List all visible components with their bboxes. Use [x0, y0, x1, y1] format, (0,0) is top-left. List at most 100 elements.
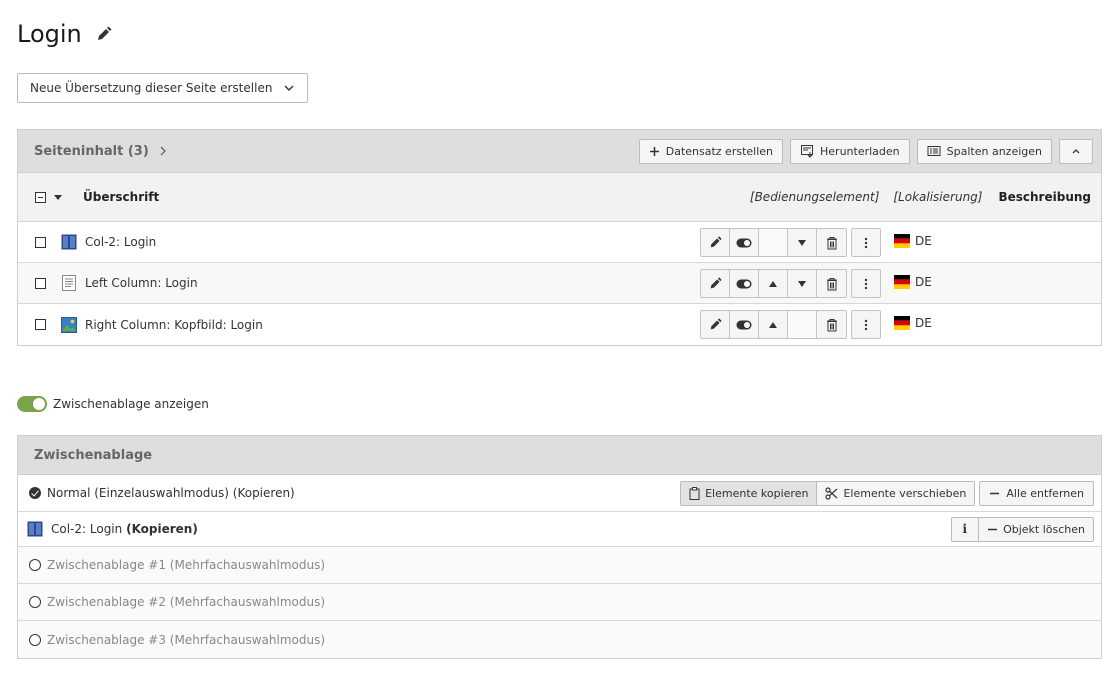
trash-icon [826, 318, 837, 331]
flag-de-icon [894, 234, 910, 248]
flag-de-icon [894, 316, 910, 330]
delete-button[interactable] [817, 229, 846, 256]
toggle-icon [736, 238, 752, 247]
pencil-icon [710, 318, 722, 330]
clipboard-title: Zwischenablage [34, 447, 153, 463]
translation-select-value: Neue Übersetzung dieser Seite erstellen [30, 81, 273, 95]
chevron-right-icon[interactable] [158, 146, 168, 156]
move-up-button[interactable] [759, 270, 788, 297]
row-language: DE [894, 275, 932, 289]
arrow-up-icon [769, 321, 777, 328]
column-header-localization: [Lokalisierung] [893, 190, 983, 204]
show-columns-button[interactable]: Spalten anzeigen [916, 138, 1052, 164]
columns-icon [27, 521, 43, 537]
mode-radio-2[interactable] [29, 596, 41, 608]
move-down-button[interactable] [788, 229, 817, 256]
page-content-title[interactable]: Seiteninhalt (3) [34, 144, 149, 159]
select-all-checkbox[interactable] [35, 191, 46, 203]
move-elements-button[interactable]: Elemente verschieben [817, 481, 975, 505]
create-record-button[interactable]: Datensatz erstellen [638, 138, 784, 164]
move-down-button[interactable] [788, 270, 817, 297]
mode-radio-3[interactable] [29, 633, 41, 646]
chevron-down-icon [284, 85, 294, 91]
page-content-panel: Seiteninhalt (3) Datensatz erstellen Her… [17, 129, 1102, 346]
more-options-button[interactable] [851, 269, 881, 298]
move-up-placeholder [759, 229, 788, 256]
more-options-button[interactable] [851, 228, 881, 257]
hide-toggle-button[interactable] [730, 229, 759, 256]
row-label[interactable]: Right Column: Kopfbild: Login [85, 318, 263, 332]
row-language: DE [894, 234, 932, 248]
clipboard-toggle[interactable] [17, 396, 47, 412]
mode-label[interactable]: Zwischenablage #2 (Mehrfachauswahlmodus) [47, 595, 325, 609]
column-header-description[interactable]: Beschreibung [998, 190, 1091, 204]
more-vertical-icon [864, 278, 868, 289]
pencil-icon [710, 236, 722, 248]
clipboard-toggle-row: Zwischenablage anzeigen [17, 396, 209, 412]
more-vertical-icon [864, 319, 868, 330]
column-header-control: [Bedienungselement] [749, 190, 880, 204]
trash-icon [826, 236, 837, 249]
clipboard-mode-row: Zwischenablage #2 (Mehrfachauswahlmodus) [18, 584, 1101, 621]
arrow-down-icon [798, 239, 806, 246]
chevron-up-icon [1072, 149, 1080, 154]
copy-elements-button[interactable]: Elemente kopieren [681, 481, 818, 505]
delete-object-button[interactable]: Objekt löschen [979, 517, 1093, 541]
clipboard-toggle-label[interactable]: Zwischenablage anzeigen [53, 397, 209, 411]
hide-toggle-button[interactable] [730, 270, 759, 297]
translation-select[interactable]: Neue Übersetzung dieser Seite erstellen [17, 73, 308, 103]
row-checkbox[interactable] [35, 319, 46, 330]
row-checkbox[interactable] [35, 277, 46, 289]
edit-button[interactable] [701, 311, 730, 338]
clipboard-mode-row: Zwischenablage #3 (Mehrfachauswahlmodus) [18, 621, 1101, 658]
edit-button[interactable] [701, 270, 730, 297]
row-label[interactable]: Col-2: Login [85, 235, 156, 249]
image-icon [61, 316, 77, 333]
page-header: Login [17, 18, 112, 50]
table-header: Überschrift [Bedienungselement] [Lokalis… [18, 173, 1101, 222]
table-row: Col-2: Login DE [18, 222, 1101, 263]
delete-button[interactable] [817, 311, 846, 338]
scissors-icon [825, 486, 838, 500]
mode-label[interactable]: Normal (Einzelauswahlmodus) (Kopieren) [47, 486, 295, 500]
mode-radio-1[interactable] [29, 559, 41, 571]
text-icon [62, 275, 76, 291]
download-button[interactable]: Herunterladen [790, 138, 910, 164]
clipboard-mode-row: Normal (Einzelauswahlmodus) (Kopieren) E… [18, 475, 1101, 512]
clipboard-header: Zwischenablage [18, 436, 1101, 475]
move-up-button[interactable] [759, 311, 788, 338]
toggle-icon [736, 320, 752, 329]
remove-all-button[interactable]: Alle entfernen [979, 480, 1094, 506]
mode-radio-normal[interactable] [29, 487, 41, 499]
more-vertical-icon [864, 237, 868, 248]
pencil-icon[interactable] [96, 26, 112, 42]
clipboard-item-row: Col-2: Login (Kopieren) i Objekt löschen [18, 512, 1101, 547]
row-checkbox[interactable] [35, 236, 46, 248]
info-button[interactable]: i [951, 517, 980, 541]
more-options-button[interactable] [851, 310, 881, 339]
move-down-placeholder [788, 311, 817, 338]
caret-down-icon[interactable] [54, 194, 62, 200]
pencil-icon [710, 277, 722, 289]
collapse-button[interactable] [1059, 138, 1093, 164]
page-content-header: Seiteninhalt (3) Datensatz erstellen Her… [18, 130, 1101, 173]
clipboard-icon [689, 486, 700, 500]
trash-icon [826, 277, 837, 290]
mode-label[interactable]: Zwischenablage #1 (Mehrfachauswahlmodus) [47, 558, 325, 572]
table-row: Left Column: Login DE [18, 263, 1101, 304]
page-title: Login [17, 20, 82, 48]
edit-button[interactable] [701, 229, 730, 256]
hide-toggle-button[interactable] [730, 311, 759, 338]
clipboard-mode-row: Zwischenablage #1 (Mehrfachauswahlmodus) [18, 547, 1101, 584]
flag-de-icon [894, 275, 910, 289]
mode-label[interactable]: Zwischenablage #3 (Mehrfachauswahlmodus) [47, 633, 325, 647]
toggle-icon [736, 279, 752, 288]
column-header-title[interactable]: Überschrift [83, 190, 159, 204]
columns-icon [61, 234, 77, 250]
delete-button[interactable] [817, 270, 846, 297]
clipboard-panel: Zwischenablage Normal (Einzelauswahlmodu… [17, 435, 1102, 659]
table-row: Right Column: Kopfbild: Login DE [18, 304, 1101, 345]
clipboard-item-label: Col-2: Login (Kopieren) [51, 522, 198, 536]
row-label[interactable]: Left Column: Login [85, 276, 198, 290]
columns-list-icon [927, 146, 941, 156]
